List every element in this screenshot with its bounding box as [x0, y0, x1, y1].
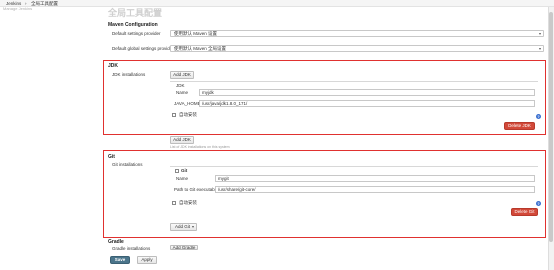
java-home-input[interactable]: /usr/java/jdk1.8.0_171/ [199, 100, 535, 107]
git-auto-install-label: 自动安装 [179, 200, 197, 205]
apply-button[interactable]: Apply [137, 256, 157, 264]
divider [170, 81, 538, 82]
jdk-list-note: List of JDK installations on this system [170, 145, 230, 149]
global-settings-provider-select[interactable]: 使用默认 Maven 全局设置 ▾ [170, 45, 544, 52]
help-icon[interactable]: ? [536, 114, 541, 119]
chevron-down-icon: ▾ [538, 31, 541, 36]
breadcrumb: Jenkins › 全局工具配置 [0, 0, 554, 7]
settings-provider-value: 使用默认 Maven 设置 [174, 31, 218, 36]
help-icon[interactable]: ? [536, 201, 541, 206]
jdk-auto-install-label: 自动安装 [179, 112, 197, 117]
page-title: 全局工具配置 [108, 8, 163, 18]
add-gradle-button[interactable]: Add Gradle [170, 245, 198, 250]
jdk-name-input[interactable]: myjdk [199, 89, 535, 96]
delete-jdk-button[interactable]: Delete JDK [504, 122, 535, 130]
jdk-item-title: JDK [176, 83, 185, 88]
scrollbar-thumb[interactable] [549, 12, 553, 242]
git-installations-label: Git installations [112, 162, 143, 167]
git-path-label: Path to Git executable [174, 187, 219, 192]
git-path-input[interactable]: /usr/share/git-core/ [215, 186, 535, 193]
maven-section-title: Maven Configuration [108, 22, 158, 28]
jdk-installations-label: JDK installations [112, 72, 146, 77]
settings-provider-select[interactable]: 使用默认 Maven 设置 ▾ [170, 30, 544, 37]
git-name-label: Name [176, 176, 189, 181]
divider [170, 166, 538, 167]
sidebar-ghost-text: Manage Jenkins [3, 6, 33, 11]
git-section-title: Git [108, 154, 115, 160]
gradle-section-title: Gradle [108, 239, 124, 245]
breadcrumb-current[interactable]: 全局工具配置 [31, 1, 58, 7]
git-auto-install-checkbox[interactable] [172, 201, 176, 205]
global-settings-provider-label: Default global settings provider [112, 46, 174, 51]
add-git-button[interactable]: Add Git ▾ [170, 223, 197, 231]
add-jdk-button-2[interactable]: Add JDK [170, 136, 194, 144]
jdk-section-title: JDK [108, 63, 119, 69]
jdk-auto-install-checkbox[interactable] [172, 113, 176, 117]
java-home-label: JAVA_HOME [174, 101, 201, 106]
save-button[interactable]: Save [110, 256, 130, 264]
settings-provider-label: Default settings provider [112, 31, 161, 36]
chevron-down-icon: ▾ [538, 46, 541, 51]
jdk-name-label: Name [176, 90, 189, 95]
git-name-input[interactable]: mygit [215, 175, 535, 182]
git-item-title: Git [181, 168, 188, 173]
delete-git-button[interactable]: Delete Git [511, 208, 538, 216]
global-settings-provider-value: 使用默认 Maven 全局设置 [174, 46, 227, 51]
add-git-label: Add Git [175, 224, 191, 229]
chevron-down-icon: ▾ [191, 224, 194, 229]
gradle-installations-label: Gradle installations [112, 246, 151, 251]
git-item-checkbox[interactable] [175, 169, 179, 173]
add-jdk-button[interactable]: Add JDK [170, 71, 194, 79]
